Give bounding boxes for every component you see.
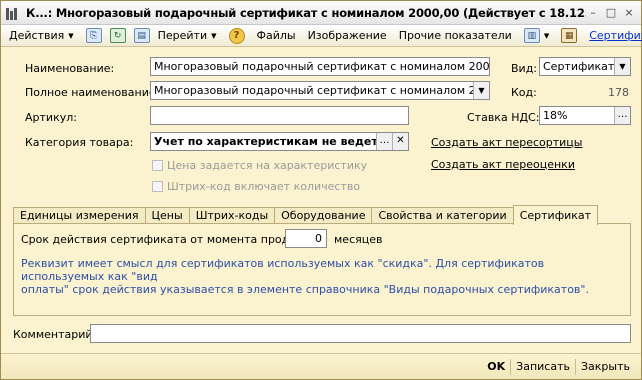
window-title: К...: Многоразовый подарочный сертификат… [26, 5, 586, 20]
term-input[interactable]: 0 [285, 229, 327, 248]
copy-button[interactable]: ⎘ [82, 27, 106, 45]
catalog-item-window: К...: Многоразовый подарочный сертификат… [0, 0, 642, 380]
kind-label: Вид: [511, 62, 538, 75]
vat-value: 18% [543, 109, 568, 122]
refresh-button[interactable]: ↻ [106, 27, 130, 45]
image-button[interactable]: Изображение [304, 27, 391, 45]
save-button[interactable]: Записать [511, 360, 575, 373]
note-line-1: Реквизит имеет смысл для сертификатов ис… [21, 257, 545, 283]
tab-barcodes[interactable]: Штрих-коды [188, 207, 276, 224]
actions-menu[interactable]: Действия ▼ [5, 27, 78, 45]
dropdown-arrow-icon[interactable]: ▼ [473, 82, 489, 99]
comment-label: Комментарий: [13, 328, 97, 341]
tab-equipment[interactable]: Оборудование [274, 207, 373, 224]
article-input[interactable] [150, 106, 409, 125]
kind-value: Сертификат [543, 60, 615, 73]
close-window-button[interactable]: × [621, 6, 637, 20]
certificate-tab-panel: Срок действия сертификата от момента про… [13, 223, 631, 316]
tab-properties[interactable]: Свойства и категории [371, 207, 514, 224]
catalog-icon [6, 6, 20, 20]
tab-bar: Единицы измерения Цены Штрих-коды Оборуд… [13, 205, 599, 225]
form-buttons-bar: OK Записать Закрыть [1, 353, 641, 379]
fullname-value: Многоразовый подарочный сертификат с ном… [154, 84, 489, 97]
report-menu[interactable]: ▥ ▼ [520, 27, 553, 45]
certificate-note: Реквизит имеет смысл для сертификатов ис… [21, 257, 621, 296]
actions-label: Действия [9, 29, 65, 42]
kind-select[interactable]: Сертификат ▼ [539, 57, 631, 76]
price-by-characteristic-checkbox[interactable]: Цена задается на характеристику [152, 159, 367, 172]
maximize-button[interactable]: □ [603, 6, 619, 20]
create-revaluation-act-link[interactable]: Создать акт переоценки [431, 158, 575, 171]
help-button[interactable]: ? [225, 27, 249, 45]
name-input[interactable]: Многоразовый подарочный сертификат с ном… [150, 57, 490, 76]
goto-menu[interactable]: Перейти ▼ [154, 27, 221, 45]
fullname-input[interactable]: Многоразовый подарочный сертификат с ном… [150, 81, 490, 100]
fullname-label: Полное наименование: [25, 86, 160, 99]
vat-label: Ставка НДС: [467, 111, 540, 124]
price-by-characteristic-label: Цена задается на характеристику [167, 159, 368, 172]
comment-input[interactable] [90, 324, 631, 343]
category-label: Категория товара: [25, 136, 134, 149]
goto-label: Перейти [157, 29, 208, 42]
select-ellipsis-icon[interactable]: … [376, 133, 392, 150]
other-indicators-button[interactable]: Прочие показатели [395, 27, 516, 45]
category-input[interactable]: Учет по характеристикам не ведется … ✕ [150, 132, 409, 151]
files-button[interactable]: Файлы [253, 27, 300, 45]
article-label: Артикул: [25, 111, 77, 124]
create-regrade-act-link[interactable]: Создать акт пересортицы [431, 136, 582, 149]
toolbar: Действия ▼ ⎘ ↻ ▤ Перейти ▼ ? Файлы Изобр… [1, 25, 642, 47]
tab-units[interactable]: Единицы измерения [13, 207, 146, 224]
close-button[interactable]: Закрыть [576, 360, 635, 373]
report-icon: ▥ [523, 28, 540, 43]
document-icon: ▦ [561, 28, 578, 43]
barcode-quantity-label: Штрих-код включает количество [167, 180, 361, 193]
term-label: Срок действия сертификата от момента про… [21, 233, 317, 246]
clear-icon[interactable]: ✕ [392, 133, 408, 150]
category-value: Учет по характеристикам не ведется [154, 135, 376, 148]
hierarchy-button[interactable]: ▤ [130, 27, 154, 45]
tab-certificate[interactable]: Сертификат [512, 205, 599, 225]
refresh-icon: ↻ [109, 28, 126, 43]
dropdown-arrow-icon: ▼ [68, 31, 74, 40]
minimize-button[interactable]: – [585, 6, 601, 20]
dropdown-arrow-icon[interactable]: ▼ [614, 58, 630, 75]
checkbox-box [152, 160, 163, 171]
note-line-2: оплаты" срок действия указывается в элем… [21, 283, 589, 296]
ellipsis-icon[interactable]: … [614, 107, 630, 124]
certificates-link[interactable]: Сертификаты [585, 27, 642, 45]
code-value: 178 [608, 86, 629, 99]
term-unit: месяцев [334, 233, 383, 246]
hierarchy-icon: ▤ [133, 28, 150, 43]
ok-button[interactable]: OK [482, 360, 510, 373]
title-bar[interactable]: К...: Многоразовый подарочный сертификат… [1, 1, 641, 25]
dropdown-arrow-icon: ▼ [543, 31, 550, 40]
help-icon: ? [228, 27, 245, 44]
checkbox-box [152, 181, 163, 192]
copy-icon: ⎘ [85, 28, 102, 43]
dropdown-arrow-icon: ▼ [211, 31, 217, 40]
tab-prices[interactable]: Цены [144, 207, 190, 224]
code-label: Код: [511, 86, 537, 99]
name-label: Наименование: [25, 62, 115, 75]
print-button[interactable]: ▦ [557, 27, 581, 45]
vat-select[interactable]: 18% … [539, 106, 631, 125]
barcode-quantity-checkbox[interactable]: Штрих-код включает количество [152, 180, 360, 193]
